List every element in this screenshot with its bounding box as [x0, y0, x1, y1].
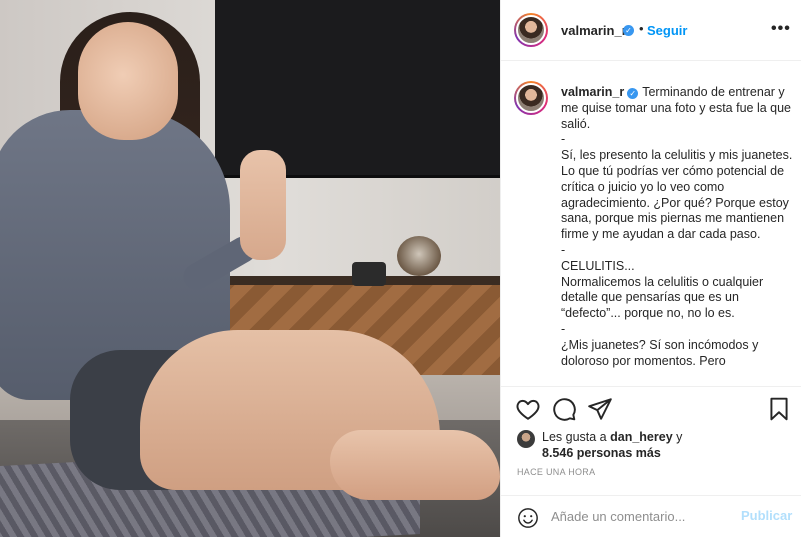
heart-icon[interactable] — [515, 396, 541, 422]
likes-conjunction: y — [676, 430, 683, 444]
comment-icon[interactable] — [551, 396, 577, 422]
caption-paragraph: valmarin_r ✓ Terminando de entrenar y me q… — [561, 85, 793, 132]
caption-paragraph: Sí, les presento la celulitis y mis juan… — [561, 148, 793, 242]
post-photo[interactable] — [0, 0, 500, 537]
caption-paragraph: - — [561, 132, 566, 147]
caption-author-avatar[interactable] — [514, 81, 548, 115]
caption-paragraph: ¿Mis juanetes? Sí son incómodos y doloro… — [561, 337, 759, 368]
comment-form: Publicar — [501, 495, 801, 539]
avatar-image — [516, 15, 546, 45]
liker-username[interactable]: dan_herey — [610, 430, 673, 444]
photo-speaker — [352, 262, 386, 286]
photo-face — [78, 22, 178, 140]
likes-prefix: Les gusta a — [542, 430, 607, 444]
author-username[interactable]: valmarin_r — [561, 23, 627, 38]
photo-peace-hand — [240, 150, 286, 260]
post-caption: valmarin_r ✓ Terminando de entrenar y me q… — [561, 85, 793, 369]
comments-section[interactable]: valmarin_r ✓ Terminando de entrenar y me q… — [501, 61, 801, 385]
photo-vase — [397, 236, 441, 276]
comment-input[interactable] — [551, 504, 731, 528]
post-header: valmarin_r ✓ • Seguir ••• — [501, 0, 801, 61]
caption-username[interactable]: valmarin_r — [561, 85, 624, 99]
publish-button[interactable]: Publicar — [741, 508, 792, 523]
more-options-icon[interactable]: ••• — [771, 20, 791, 38]
likes-line: Les gusta a dan_herey y — [542, 429, 682, 445]
caption-paragraph: - — [561, 321, 566, 336]
avatar-image — [516, 83, 546, 113]
bookmark-icon[interactable] — [766, 396, 792, 422]
paper-plane-icon[interactable] — [587, 396, 613, 422]
verified-badge-icon: ✓ — [627, 88, 639, 99]
author-avatar[interactable] — [514, 13, 548, 47]
emoji-icon[interactable] — [517, 507, 539, 529]
post-side-panel: valmarin_r ✓ • Seguir ••• valmarin_r ✓ Ter… — [500, 0, 801, 537]
caption-paragraph: - — [561, 242, 566, 257]
separator-dot: • — [639, 21, 644, 36]
post-timestamp[interactable]: HACE UNA HORA — [517, 467, 595, 477]
likes-count[interactable]: 8.546 personas más — [542, 446, 661, 460]
post-actions: Les gusta a dan_herey y 8.546 personas m… — [501, 386, 801, 538]
liker-avatar[interactable] — [517, 430, 535, 448]
verified-badge-icon: ✓ — [623, 25, 634, 36]
follow-button[interactable]: Seguir — [647, 23, 687, 38]
caption-paragraph: CELULITIS... — [561, 258, 635, 273]
instagram-post-modal: valmarin_r ✓ • Seguir ••• valmarin_r ✓ Ter… — [0, 0, 801, 537]
caption-paragraph: Normalicemos la celulitis o cualquier de… — [561, 274, 764, 321]
photo-foot — [330, 430, 500, 500]
likes-count-line: 8.546 personas más — [542, 445, 661, 461]
